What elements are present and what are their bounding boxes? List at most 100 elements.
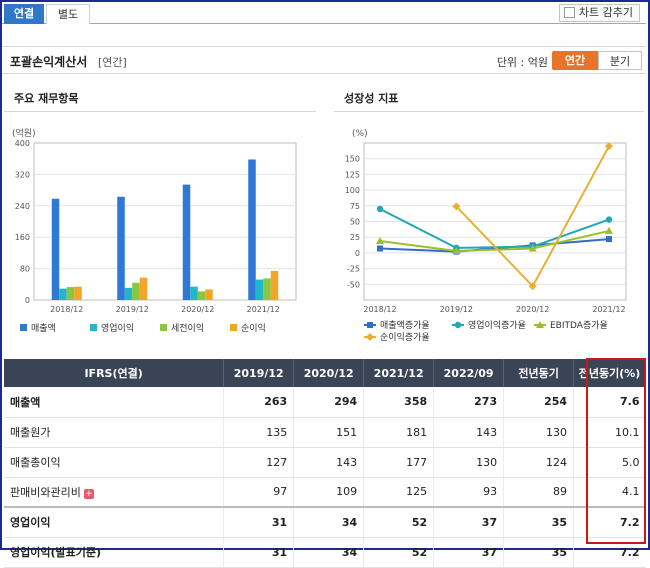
table-row: 영업이익(발표기준) 31 34 52 37 35 7.2 xyxy=(4,537,646,568)
table-cell: 151 xyxy=(293,417,364,448)
legend-swatch xyxy=(90,324,97,331)
legend-label: 매출액 xyxy=(31,322,56,334)
row-label-text: 매출원가 xyxy=(10,426,51,439)
bar xyxy=(74,286,82,300)
legend-swatch xyxy=(160,324,167,331)
bar xyxy=(263,278,271,300)
legend-label: 세전이익 xyxy=(171,322,204,334)
row-label: 영업이익(발표기준) xyxy=(4,537,224,568)
legend-label: 영업이익 xyxy=(101,322,134,334)
statement-header: 포괄손익계산서 [연간] 단위 : 억원 연간 분기 xyxy=(2,46,646,74)
x-tick-label: 2019/12 xyxy=(116,305,149,314)
checkbox-icon[interactable] xyxy=(563,7,575,18)
key-financials-panel: 주요 재무항목 (억원) 0 80 160 240 320 400 2018/12 2019/1… xyxy=(4,86,316,346)
key-financials-title: 주요 재무항목 xyxy=(4,86,316,112)
bar xyxy=(132,282,140,300)
tab-consolidated[interactable]: 연결 xyxy=(4,4,44,24)
table-cell: 294 xyxy=(293,387,364,418)
table-row: 영업이익 31 34 52 37 35 7.2 xyxy=(4,506,646,538)
table-cell: 37 xyxy=(433,537,504,568)
bar xyxy=(197,291,206,300)
y-tick-label: 75 xyxy=(350,202,360,211)
y-axis-label: (억원) xyxy=(12,127,36,139)
x-tick-label: 2019/12 xyxy=(440,305,473,314)
bar xyxy=(124,287,133,300)
line-point xyxy=(376,205,384,213)
header-cell: IFRS(연결) xyxy=(4,359,225,387)
table-cell: 109 xyxy=(293,477,364,508)
y-tick-label: 160 xyxy=(15,233,30,242)
y-tick-label: 25 xyxy=(350,233,360,242)
legend-label: 영업이익증가율 xyxy=(468,319,526,331)
header-cell: 전년동기(%) xyxy=(573,359,646,387)
header-cell: 전년동기 xyxy=(503,359,575,387)
legend-label: 순이익증가율 xyxy=(380,331,430,343)
quarterly-button[interactable]: 분기 xyxy=(598,51,642,70)
table-cell: 97 xyxy=(223,477,294,508)
row-label: 영업이익 xyxy=(4,506,224,538)
table-cell: 127 xyxy=(223,447,294,478)
line-point xyxy=(606,236,612,243)
row-label-text: 판매비와관리비 xyxy=(10,485,81,499)
tab-bar: 연결 별도 차트 감추기 xyxy=(2,2,646,24)
legend-swatch xyxy=(230,324,237,331)
line-chart-container: (%) -50 -25 0 25 50 75 100 125 150 2018/12 2019/12 2… xyxy=(334,116,644,350)
y-tick-label: 100 xyxy=(345,186,360,195)
x-tick-label: 2018/12 xyxy=(363,305,396,314)
x-tick-label: 2018/12 xyxy=(50,305,83,314)
table-cell: 130 xyxy=(503,417,574,448)
y-tick-label: 400 xyxy=(15,139,30,148)
table-cell: 143 xyxy=(293,447,364,478)
bar xyxy=(117,196,125,300)
line-point xyxy=(605,216,613,223)
hide-chart-button[interactable]: 차트 감추기 xyxy=(558,4,640,22)
table-cell: 34 xyxy=(293,506,364,538)
row-label: 매출액 xyxy=(4,387,224,418)
table-cell: 358 xyxy=(363,387,434,418)
annual-button[interactable]: 연간 xyxy=(552,51,598,70)
table-cell: 177 xyxy=(363,447,434,478)
growth-panel: 성장성 지표 (%) -50 -25 0 25 50 75 100 125 150 2018/12 2… xyxy=(334,86,644,346)
bar xyxy=(248,159,256,300)
header-cell: 2020/12 xyxy=(293,359,365,387)
table-cell: 10.1 xyxy=(573,417,646,448)
y-tick-label: -50 xyxy=(347,280,360,289)
table-cell: 4.1 xyxy=(573,477,646,508)
legend-label: EBITDA증가율 xyxy=(550,320,608,331)
line-point xyxy=(454,321,462,329)
tab-separate[interactable]: 별도 xyxy=(46,4,90,24)
bar xyxy=(190,286,198,300)
bar xyxy=(182,184,191,300)
legend-label: 순이익 xyxy=(241,322,266,334)
y-tick-label: 80 xyxy=(20,265,30,274)
table-cell: 273 xyxy=(433,387,504,418)
bar-chart: (억원) 0 80 160 240 320 400 2018/12 2019/12 2020/12… xyxy=(12,127,297,334)
x-tick-label: 2021/12 xyxy=(592,305,625,314)
row-label: 판매비와관리비 + xyxy=(4,477,224,508)
table-cell: 7.2 xyxy=(573,506,646,538)
header-cell: 2019/12 xyxy=(223,359,295,387)
row-label-text: 영업이익(발표기준) xyxy=(10,546,102,559)
table-row: 매출총이익 127 143 177 130 124 5.0 xyxy=(4,447,646,478)
line-point xyxy=(367,322,373,328)
table-cell: 89 xyxy=(503,477,574,508)
page-title: 포괄손익계산서 xyxy=(10,55,88,69)
row-label-text: 영업이익 xyxy=(10,516,51,530)
row-label: 매출총이익 xyxy=(4,447,224,478)
table-cell: 130 xyxy=(433,447,504,478)
bar xyxy=(270,270,279,300)
table-cell: 7.6 xyxy=(573,387,646,418)
line-chart: (%) -50 -25 0 25 50 75 100 125 150 2018/12 2019/12 2… xyxy=(345,129,627,343)
plot-area xyxy=(33,142,297,301)
header-cell: 2022/09 xyxy=(433,359,505,387)
expand-plus-icon[interactable]: + xyxy=(83,488,94,499)
table-cell: 52 xyxy=(363,506,434,538)
y-tick-label: -25 xyxy=(347,265,360,274)
y-tick-label: 50 xyxy=(350,218,360,227)
bar xyxy=(66,287,75,300)
income-table: IFRS(연결) 2019/12 2020/12 2021/12 2022/09… xyxy=(4,359,646,568)
legend-label: 매출액증가율 xyxy=(380,319,430,331)
legend-swatch xyxy=(20,324,27,331)
table-cell: 135 xyxy=(223,417,294,448)
row-label: 매출원가 xyxy=(4,417,224,448)
